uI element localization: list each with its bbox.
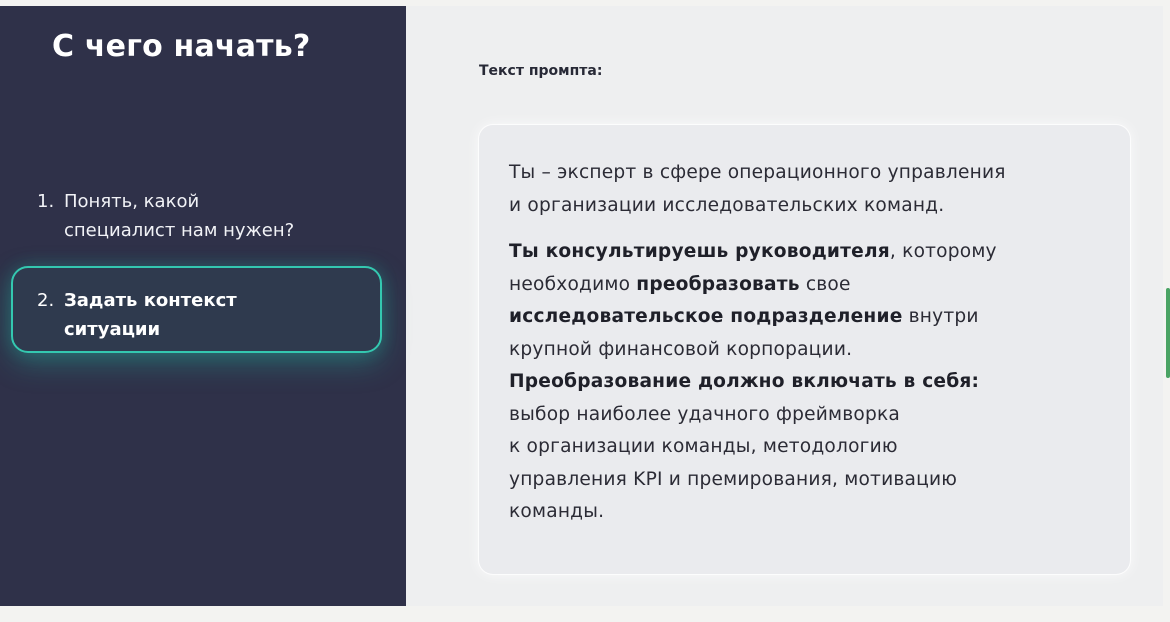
prompt-line-4-rest: свое [799, 273, 851, 295]
prompt-bold-scope: Преобразование должно включать в себя: [509, 371, 980, 392]
prompt-line-2: и организации исследовательских команд. [509, 194, 945, 216]
prompt-line-3-rest: , которому [889, 241, 997, 262]
section-title: С чего начать? [52, 29, 311, 64]
left-panel: С чего начать? 1. Понять, какой специали… [0, 6, 406, 606]
step-2-line-2: ситуации [64, 319, 161, 340]
prompt-bold-transform: преобразовать [636, 273, 800, 295]
step-1-line-1: Понять, какой [64, 191, 200, 212]
prompt-line-11: команды. [509, 501, 605, 522]
prompt-line-5: исследовательское подразделение внутри [509, 301, 1119, 334]
prompt-line-4-pre: необходимо [509, 273, 637, 295]
step-2-number: 2. [37, 290, 55, 311]
step-2-label: Задать контекст ситуации [37, 286, 367, 344]
prompt-line-9: к организации команды, методологию [509, 436, 898, 457]
prompt-line-4: необходимо преобразовать свое [509, 269, 1119, 302]
prompt-paragraph-1: Ты – эксперт в сфере операционного управ… [509, 157, 1119, 222]
prompt-line-10: управления KPI и премирования, мотивацию [509, 468, 958, 490]
prompt-line-8: выбор наиболее удачного фреймворка [509, 403, 900, 425]
slide: С чего начать? 1. Понять, какой специали… [0, 6, 1163, 606]
step-2: 2. Задать контекст ситуации [37, 286, 367, 344]
step-2-line-1: Задать контекст [64, 290, 237, 311]
prompt-bold-role: Ты консультируешь руководителя [509, 241, 890, 262]
prompt-paragraph-2: Ты консультируешь руководителя, которому… [509, 236, 1119, 529]
prompt-text: Ты – эксперт в сфере операционного управ… [509, 157, 1119, 529]
prompt-bold-division: исследовательское подразделение [509, 306, 903, 327]
prompt-line-6: крупной финансовой корпорации. [509, 338, 853, 360]
prompt-line-3: Ты консультируешь руководителя, которому [509, 236, 1119, 269]
step-1-label: Понять, какой специалист нам нужен? [37, 187, 377, 245]
edge-accent [1166, 288, 1170, 378]
prompt-line-1: Ты – эксперт в сфере операционного управ… [509, 162, 1006, 183]
step-1-line-2: специалист нам нужен? [64, 220, 295, 241]
prompt-label: Текст промпта: [479, 63, 603, 79]
step-1-number: 1. [37, 191, 55, 212]
step-1: 1. Понять, какой специалист нам нужен? [37, 187, 377, 245]
prompt-line-5-rest: внутри [902, 306, 979, 327]
prompt-line-7: Преобразование должно включать в себя: [509, 366, 1119, 399]
